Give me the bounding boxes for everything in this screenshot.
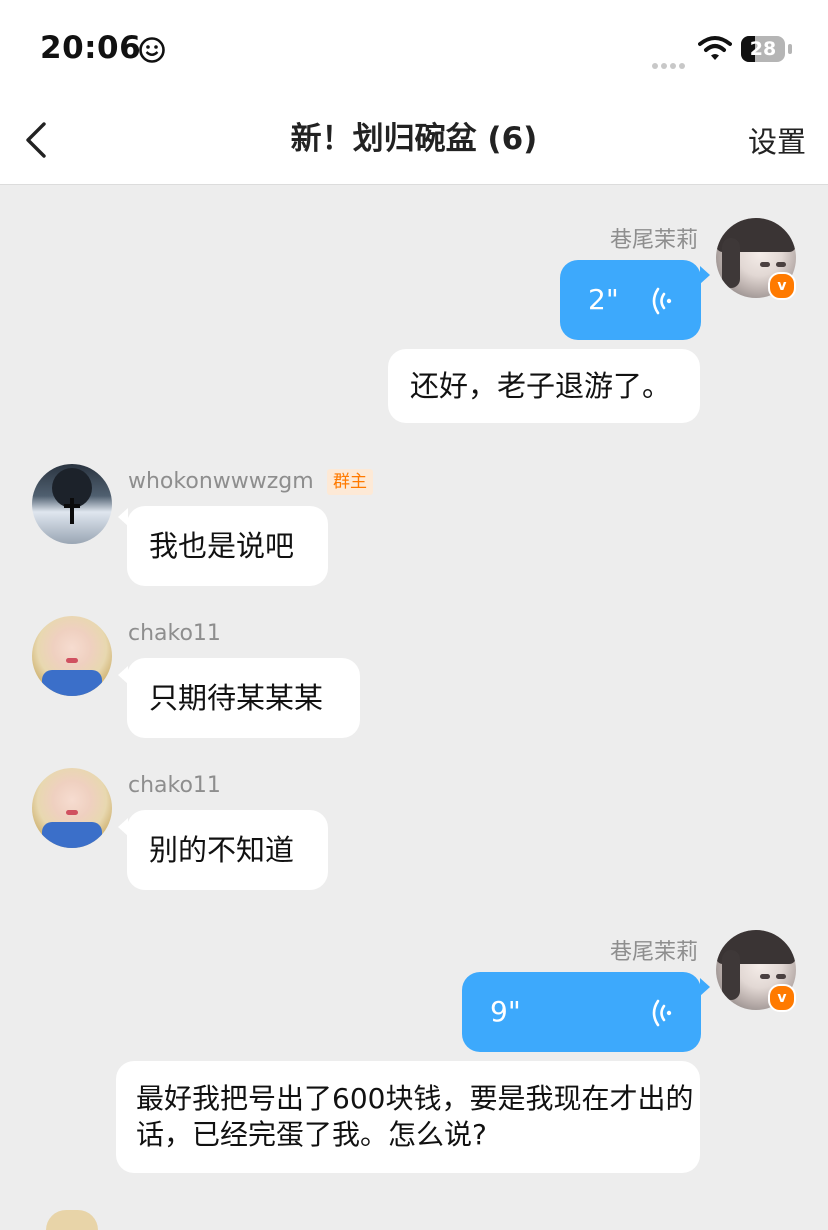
sender-name: chako11 bbox=[128, 773, 221, 798]
smiley-icon bbox=[139, 37, 165, 63]
verified-badge-icon: v bbox=[768, 272, 796, 300]
verified-badge-icon: v bbox=[768, 984, 796, 1012]
sender-name: 巷尾茉莉 bbox=[609, 228, 698, 253]
chat-title: 新！划归碗盆 (6) bbox=[290, 121, 538, 157]
avatar[interactable] bbox=[46, 1210, 98, 1230]
text-message-bubble[interactable]: 别的不知道 bbox=[127, 810, 328, 890]
sender-name: whokonwwwzgm bbox=[128, 469, 314, 494]
cellular-signal-icon bbox=[652, 54, 688, 73]
settings-button[interactable]: 设置 bbox=[748, 96, 806, 184]
bubble-tail bbox=[700, 266, 710, 284]
avatar[interactable] bbox=[32, 616, 112, 696]
voice-duration: 2" bbox=[588, 283, 619, 316]
message-text: 我也是说吧 bbox=[149, 529, 295, 563]
group-owner-badge: 群主 bbox=[327, 469, 373, 495]
avatar[interactable] bbox=[32, 464, 112, 544]
voice-wave-icon bbox=[652, 999, 672, 1027]
text-message-bubble[interactable]: 最好我把号出了600块钱，要是我现在才出的话，已经完蛋了我。怎么说? bbox=[116, 1061, 700, 1173]
nav-bar: 新！划归碗盆 (6) 设置 bbox=[0, 96, 828, 185]
text-message-bubble[interactable]: 还好，老子退游了。 bbox=[388, 349, 700, 423]
battery-level: 28 bbox=[749, 38, 777, 60]
avatar[interactable] bbox=[32, 768, 112, 848]
voice-duration: 9" bbox=[490, 995, 521, 1028]
bubble-tail bbox=[700, 978, 710, 996]
text-message-bubble[interactable]: 我也是说吧 bbox=[127, 506, 328, 586]
sender-name: chako11 bbox=[128, 621, 221, 646]
message-text: 还好，老子退游了。 bbox=[410, 369, 672, 403]
text-message-bubble[interactable]: 只期待某某某 bbox=[127, 658, 360, 738]
sender-name: 巷尾茉莉 bbox=[609, 940, 698, 965]
battery-icon: 28 bbox=[741, 36, 785, 62]
status-time: 20:06 bbox=[40, 30, 142, 66]
message-text: 别的不知道 bbox=[149, 833, 295, 867]
message-text: 最好我把号出了600块钱，要是我现在才出的话，已经完蛋了我。怎么说? bbox=[136, 1082, 694, 1151]
status-bar: 20:06 28 bbox=[0, 0, 828, 96]
battery-tip bbox=[788, 44, 792, 54]
message-text: 只期待某某某 bbox=[149, 681, 324, 715]
voice-wave-icon bbox=[652, 287, 672, 315]
wifi-icon bbox=[698, 36, 732, 60]
voice-message-bubble[interactable]: 9" bbox=[462, 972, 701, 1052]
voice-message-bubble[interactable]: 2" bbox=[560, 260, 701, 340]
